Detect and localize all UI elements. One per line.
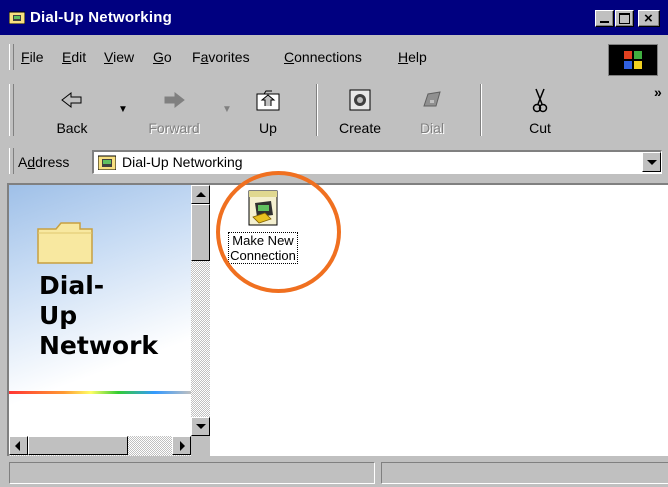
- scrollbar-corner: [191, 436, 210, 456]
- web-view-title: Dial- Up Network: [39, 271, 159, 360]
- menubar-grip[interactable]: [9, 44, 14, 70]
- toolbar-separator: [316, 84, 318, 136]
- scissors-icon: [532, 88, 548, 113]
- back-dropdown-icon[interactable]: ▼: [118, 104, 128, 115]
- item-label: Make New Connection: [228, 232, 298, 264]
- folder-icon: [37, 222, 93, 264]
- menu-connections[interactable]: Connections: [281, 49, 365, 65]
- address-input[interactable]: Dial-Up Networking: [92, 150, 662, 174]
- address-dropdown-button[interactable]: [642, 152, 661, 172]
- up-button[interactable]: Up: [244, 80, 292, 140]
- address-bar: Address Dial-Up Networking: [4, 145, 666, 179]
- scroll-up-button[interactable]: [191, 185, 210, 204]
- address-label: Address: [18, 154, 70, 170]
- scroll-right-button[interactable]: [172, 436, 191, 455]
- make-new-connection-icon: [248, 190, 278, 226]
- close-button[interactable]: ×: [638, 10, 660, 27]
- dialup-folder-icon: [98, 155, 116, 170]
- dialup-folder-icon: [9, 11, 25, 24]
- menu-go[interactable]: Go: [150, 49, 175, 65]
- horizontal-scroll-thumb[interactable]: [28, 436, 128, 455]
- up-folder-icon: [256, 90, 280, 111]
- vertical-scrollbar[interactable]: [191, 185, 210, 436]
- create-button[interactable]: Create: [330, 80, 390, 140]
- folder-view: Dial- Up Network Make New Connection: [7, 171, 668, 456]
- horizontal-scrollbar[interactable]: [9, 436, 191, 456]
- forward-arrow-icon: [164, 91, 185, 109]
- back-button[interactable]: Back: [42, 80, 102, 140]
- dial-phone-icon: [423, 91, 441, 107]
- vertical-scroll-thumb[interactable]: [191, 204, 210, 261]
- forward-button[interactable]: Forward: [139, 80, 209, 140]
- scroll-left-button[interactable]: [9, 436, 28, 455]
- addressbar-grip[interactable]: [9, 148, 14, 174]
- make-new-connection-item[interactable]: Make New Connection: [223, 189, 303, 264]
- web-view-pane: Dial- Up Network: [9, 185, 210, 456]
- back-arrow-icon: [61, 91, 82, 109]
- window-title: Dial-Up Networking: [30, 9, 172, 26]
- toolbar-separator: [480, 84, 482, 136]
- file-list[interactable]: Make New Connection: [210, 171, 668, 456]
- menu-file[interactable]: File: [18, 49, 47, 65]
- menu-view[interactable]: View: [101, 49, 137, 65]
- status-bar: [7, 459, 668, 487]
- status-panel-secondary: [381, 462, 668, 484]
- minimize-button[interactable]: [595, 10, 614, 27]
- cut-button[interactable]: Cut: [516, 80, 564, 140]
- close-icon: ×: [644, 10, 653, 27]
- rainbow-divider: [9, 391, 191, 394]
- menu-help[interactable]: Help: [395, 49, 430, 65]
- windows-logo-icon: [608, 44, 658, 76]
- menu-favorites[interactable]: Favorites: [189, 49, 253, 65]
- forward-dropdown-icon[interactable]: ▼: [222, 104, 232, 115]
- scroll-down-button[interactable]: [191, 417, 210, 436]
- title-bar[interactable]: Dial-Up Networking ×: [0, 0, 668, 35]
- maximize-button[interactable]: [615, 10, 634, 27]
- dial-button[interactable]: Dial: [408, 80, 456, 140]
- status-panel-main: [9, 462, 375, 484]
- toolbar-more-chevron[interactable]: »: [654, 84, 662, 100]
- standard-toolbar: Back ▼ Forward ▼ Up Create Dial Cut »: [4, 80, 666, 142]
- menu-edit[interactable]: Edit: [59, 49, 89, 65]
- address-value: Dial-Up Networking: [122, 154, 243, 170]
- toolbar-grip[interactable]: [9, 84, 14, 136]
- menu-bar: File Edit View Go Favorites Connections …: [4, 38, 666, 76]
- create-connection-icon: [349, 89, 371, 111]
